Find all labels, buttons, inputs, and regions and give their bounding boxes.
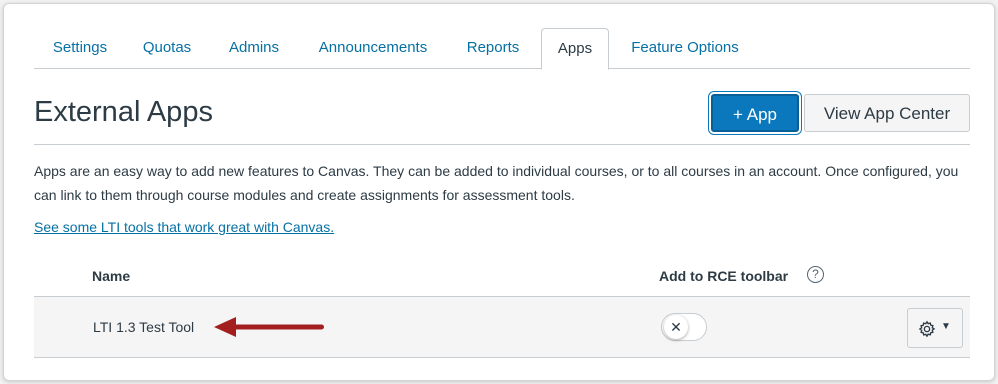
tab-admins[interactable]: Admins [221,28,287,68]
tab-announcements[interactable]: Announcements [310,28,436,68]
table-row: LTI 1.3 Test Tool ✕ ▼ [34,297,970,358]
x-icon: ✕ [664,315,688,339]
gear-icon [918,320,936,338]
tab-settings[interactable]: Settings [42,28,118,68]
tab-quotas[interactable]: Quotas [134,28,200,68]
arrow-left-icon [214,317,324,337]
tool-name: LTI 1.3 Test Tool [93,319,195,335]
caret-down-icon: ▼ [941,321,951,332]
app-window: Settings Quotas Admins Announcements Rep… [3,3,995,381]
column-header-name: Name [92,268,131,284]
tab-bar: Settings Quotas Admins Announcements Rep… [34,28,970,70]
tab-feature-options[interactable]: Feature Options [622,28,748,68]
tool-settings-button[interactable]: ▼ [907,308,963,348]
column-header-rce-toolbar: Add to RCE toolbar [659,268,789,284]
question-circle-icon[interactable]: ? [807,266,824,283]
section-divider [34,144,970,145]
tab-reports[interactable]: Reports [459,28,527,68]
view-app-center-button[interactable]: View App Center [804,94,970,132]
rce-toolbar-toggle[interactable]: ✕ [661,313,707,341]
apps-description: Apps are an easy way to add new features… [34,163,959,203]
lti-tools-link[interactable]: See some LTI tools that work great with … [34,219,334,235]
page-title: External Apps [34,96,213,128]
tab-apps[interactable]: Apps [541,28,609,70]
add-app-button[interactable]: + App [711,94,799,132]
